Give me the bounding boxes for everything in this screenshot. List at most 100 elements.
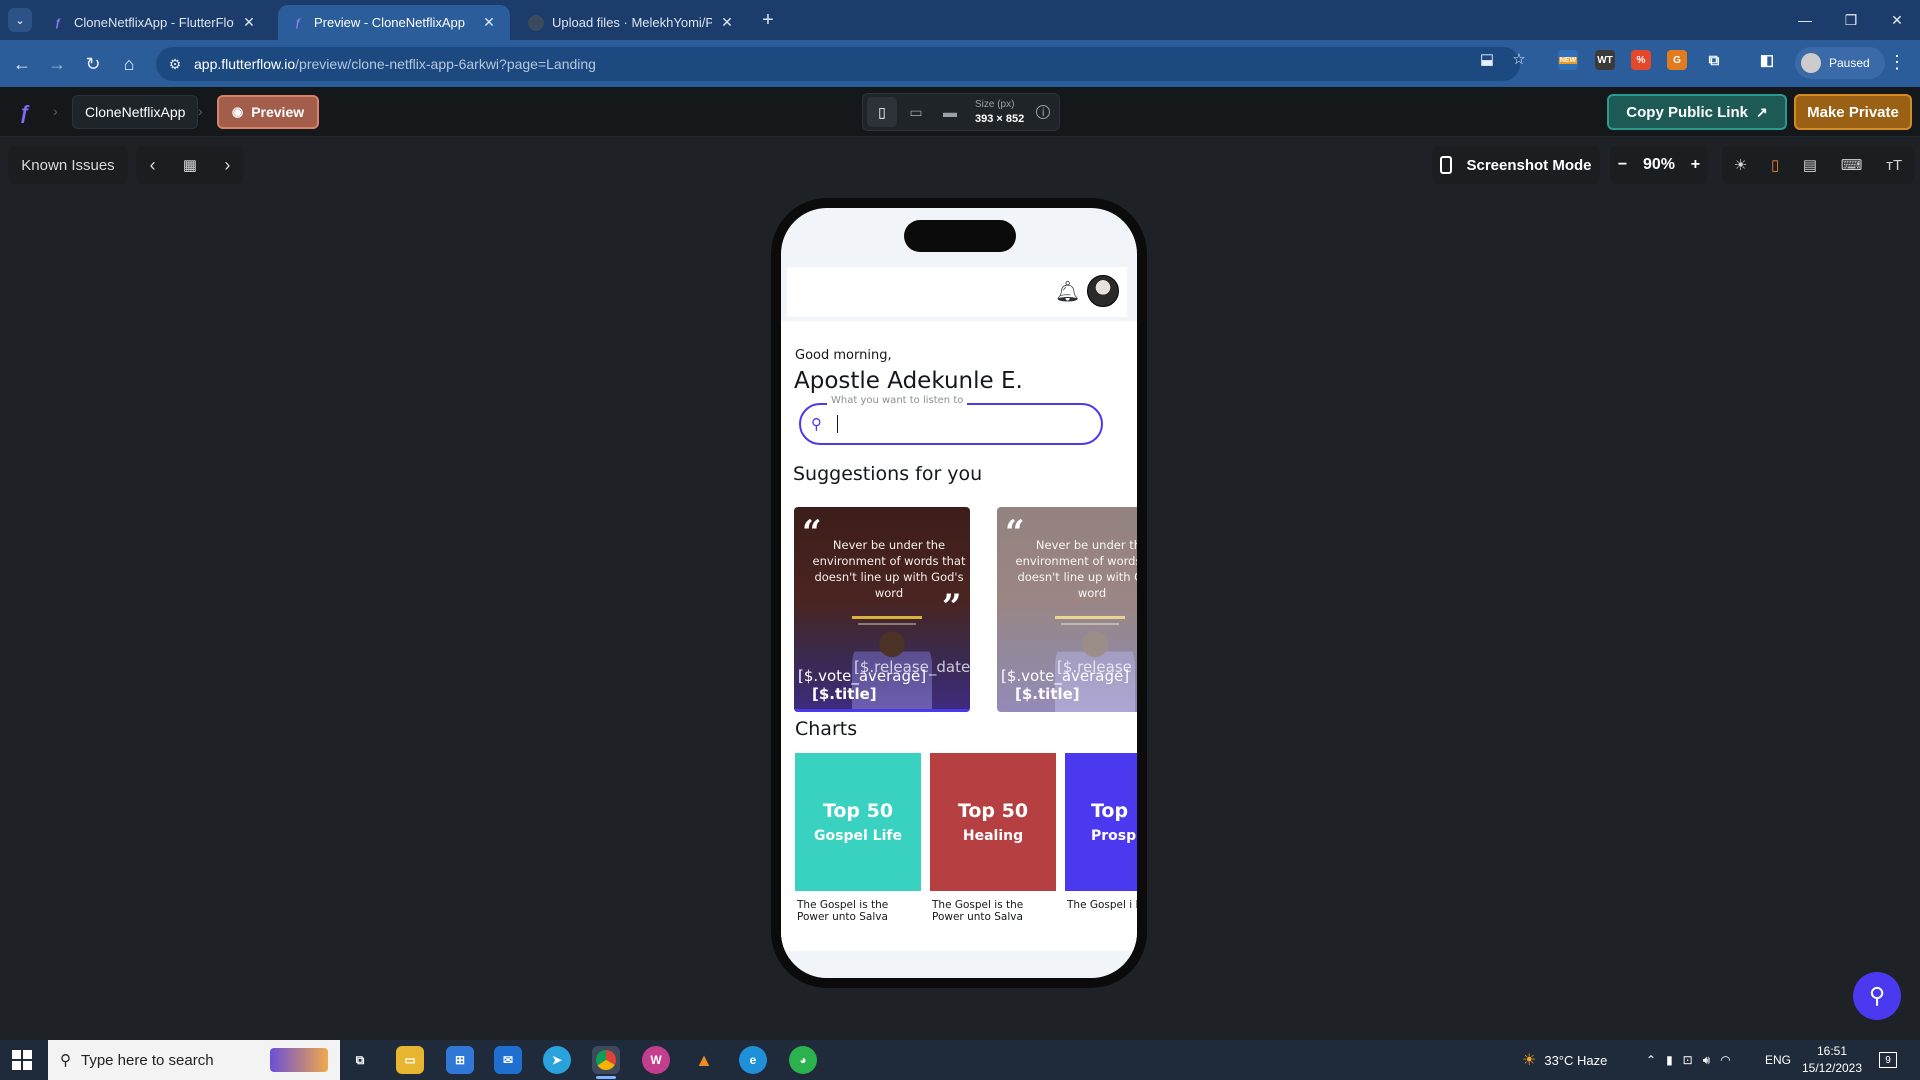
edge-icon[interactable]: e [739, 1046, 767, 1074]
vlc-icon[interactable]: ▲ [690, 1046, 718, 1074]
file-explorer-icon[interactable]: ▭ [396, 1046, 424, 1074]
windows-start-icon[interactable] [12, 1050, 32, 1070]
make-private-button[interactable]: Make Private [1794, 94, 1912, 130]
tablet-device-icon[interactable]: ▭ [901, 97, 931, 127]
new-tab-icon[interactable]: + [756, 8, 780, 32]
copy-public-link-button[interactable]: Copy Public Link ↗ [1607, 94, 1787, 130]
reload-icon[interactable]: ↻ [81, 52, 105, 76]
taskbar-search-box[interactable]: ⚲ Type here to search [48, 1040, 340, 1080]
github-favicon-icon [528, 14, 544, 31]
search-input[interactable]: ⚲ [799, 403, 1103, 445]
zoom-value: 90% [1642, 156, 1675, 173]
greeting-text: Good morning, [795, 348, 892, 363]
floating-search-button[interactable]: ⚲ [1853, 972, 1901, 1020]
minimize-icon[interactable]: — [1782, 0, 1828, 40]
desktop-device-icon[interactable]: ▬ [935, 97, 965, 127]
browser-toolbar: ← → ↻ ⌂ ⚙ app.flutterflow.io/preview/clo… [0, 40, 1920, 87]
close-tab-icon[interactable]: ✕ [480, 14, 498, 31]
keyboard-icon[interactable]: ⌨ [1841, 156, 1863, 174]
copy-link-label: Copy Public Link [1626, 103, 1748, 121]
extension-grammar-icon[interactable]: G [1667, 50, 1687, 70]
project-name-button[interactable]: CloneNetflixApp [72, 95, 199, 129]
bookmark-star-icon[interactable]: ☆ [1508, 48, 1530, 70]
url-text: app.flutterflow.io/preview/clone-netflix… [194, 56, 596, 72]
screenshot-mode-label: Screenshot Mode [1466, 156, 1592, 174]
chrome-icon[interactable] [592, 1046, 620, 1079]
extension-wt-icon[interactable]: WT [1595, 50, 1615, 70]
notification-center-icon[interactable]: 9 [1876, 1048, 1900, 1072]
info-icon[interactable]: i [1036, 105, 1051, 119]
phone-device-icon[interactable]: ▯ [867, 97, 897, 127]
extension-percent-icon[interactable]: % [1631, 50, 1651, 70]
known-issues-button[interactable]: Known Issues [8, 146, 128, 184]
taskbar-clock[interactable]: 16:51 15/12/2023 [1797, 1043, 1867, 1077]
restore-icon[interactable]: ❐ [1828, 0, 1874, 40]
suggestion-card[interactable]: “ Never be under the environment of word… [997, 507, 1137, 712]
card-title: [$.title] [812, 685, 877, 703]
microsoft-store-icon[interactable]: ⊞ [446, 1046, 474, 1074]
device-frame-icon[interactable]: ▯ [1771, 156, 1779, 174]
suggestion-card[interactable]: “ Never be under the environment of word… [794, 507, 970, 712]
back-icon[interactable]: ← [10, 52, 34, 76]
browser-tab-preview[interactable]: ƒ Preview - CloneNetflixApp ✕ [278, 5, 510, 40]
chart-tile-gospel-life[interactable]: Top 50 Gospel Life [795, 753, 921, 891]
signal-icon[interactable]: ▮ [1666, 1053, 1673, 1067]
chart-top-label: Top 50 [957, 800, 1029, 822]
light-mode-icon[interactable]: ☀ [1734, 156, 1747, 174]
zoom-in-icon[interactable]: + [1691, 156, 1700, 174]
volume-icon[interactable]: 🔊︎ [1703, 1053, 1711, 1068]
extensions-puzzle-icon[interactable]: ⧉ [1704, 50, 1724, 70]
address-bar[interactable]: ⚙ app.flutterflow.io/preview/clone-netfl… [156, 47, 1520, 81]
close-quote-icon: ” [942, 587, 962, 627]
close-window-icon[interactable]: ✕ [1874, 0, 1920, 40]
wechat-icon[interactable]: ◕ [789, 1046, 817, 1074]
previous-page-icon[interactable]: ‹ [150, 155, 156, 176]
bottom-safe-area [781, 951, 1137, 978]
portrait-icon[interactable]: ▤ [1803, 156, 1817, 174]
system-tray: ⌃ ▮ ⊡ 🔊︎ ◠ [1646, 1040, 1731, 1080]
telegram-icon[interactable]: ➤ [543, 1046, 571, 1074]
preview-button[interactable]: ◉ Preview [217, 95, 319, 129]
site-info-icon[interactable]: ⚙ [156, 56, 194, 73]
weather-widget[interactable]: ☀ 33°C Haze [1522, 1040, 1607, 1080]
tab-search-icon[interactable]: ⌄ [8, 8, 32, 32]
clock-date: 15/12/2023 [1801, 1061, 1863, 1075]
zoom-out-icon[interactable]: − [1618, 156, 1627, 174]
search-icon: ⚲ [811, 415, 822, 433]
weather-text: 33°C Haze [1544, 1052, 1608, 1068]
network-icon[interactable]: ⊡ [1683, 1053, 1693, 1067]
extension-new-icon[interactable]: NEW [1558, 50, 1578, 70]
next-page-icon[interactable]: › [224, 155, 230, 176]
screenshot-mode-button[interactable]: Screenshot Mode [1432, 146, 1600, 184]
flutterflow-top-bar: ƒ › CloneNetflixApp › ◉ Preview ▯ ▭ ▬ Si… [0, 87, 1920, 137]
input-language[interactable]: ENG [1765, 1040, 1791, 1080]
search-icon: ⚲ [1868, 983, 1886, 1008]
show-hidden-icons-icon[interactable]: ⌃ [1646, 1053, 1656, 1067]
forward-icon[interactable]: → [45, 52, 69, 76]
task-view-icon[interactable]: ⧉ [346, 1046, 374, 1074]
phone-screenshot-icon [1440, 156, 1453, 174]
browser-menu-icon[interactable]: ⋮ [1888, 52, 1906, 73]
close-tab-icon[interactable]: ✕ [240, 14, 258, 31]
text-scale-icon[interactable]: ᴛT [1886, 157, 1902, 174]
notification-bell-icon[interactable]: 🔔︎ [1055, 279, 1080, 303]
profile-button[interactable]: Paused [1795, 47, 1885, 79]
flutterflow-logo-icon[interactable]: ƒ [12, 100, 38, 126]
chart-tile-healing[interactable]: Top 50 Healing [930, 753, 1056, 891]
wps-office-icon[interactable]: W [642, 1046, 670, 1074]
chart-name: Prosp [1091, 828, 1137, 844]
browser-tab-upload-files[interactable]: Upload files · MelekhYomi/Proje ✕ [516, 5, 748, 40]
mail-icon[interactable]: ✉ [494, 1046, 522, 1074]
close-tab-icon[interactable]: ✕ [718, 14, 736, 31]
browser-tab-flutterflow[interactable]: ƒ CloneNetflixApp - FlutterFlow ✕ [38, 5, 270, 40]
install-app-icon[interactable]: ⬓ [1476, 48, 1498, 70]
chart-top-label: Top [1091, 800, 1129, 822]
chart-name: Gospel Life [814, 828, 902, 844]
user-avatar[interactable] [1087, 275, 1119, 307]
home-icon[interactable]: ⌂ [117, 52, 141, 76]
all-pages-grid-icon[interactable]: ▦ [183, 156, 197, 174]
wifi-icon[interactable]: ◠ [1720, 1053, 1730, 1067]
author-line [1055, 616, 1125, 619]
chart-tile-prosperity[interactable]: Top Prosp [1065, 753, 1137, 891]
side-panel-icon[interactable]: ◧ [1757, 50, 1777, 70]
